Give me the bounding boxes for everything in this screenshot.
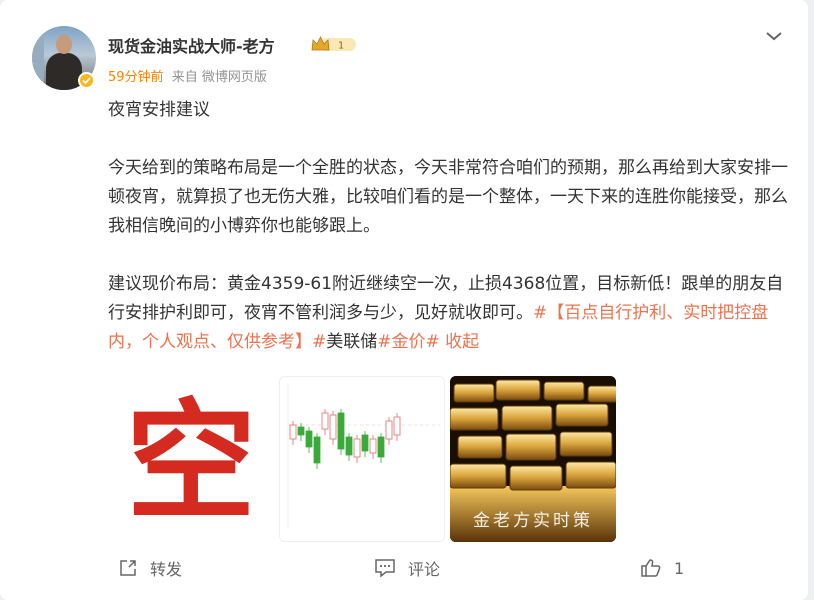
- post-paragraph-1: 今天给到的策略布局是一个全胜的状态，今天非常符合咱们的预期，那么再给到大家安排一…: [108, 158, 788, 236]
- candle-body: [361, 434, 369, 452]
- candle-body: [337, 412, 345, 450]
- comment-button[interactable]: 评论: [374, 548, 440, 588]
- candle-body: [353, 438, 361, 458]
- gold-bar: [559, 431, 613, 457]
- gold-bar: [565, 461, 616, 489]
- gold-bar: [587, 385, 616, 403]
- image-3-caption: 金老方实时策: [473, 511, 593, 531]
- comment-icon: [375, 559, 395, 578]
- candle-body: [369, 438, 377, 454]
- gold-bar: [453, 383, 495, 403]
- topic-tag-2[interactable]: 美联储: [326, 332, 377, 352]
- candle-body: [305, 430, 313, 448]
- comment-label: 评论: [408, 560, 441, 579]
- gold-bar: [495, 379, 541, 401]
- chevron-down-icon[interactable]: [764, 26, 784, 46]
- gold-bar: [450, 407, 499, 431]
- post-source: 来自 微博网页版: [171, 70, 267, 85]
- gold-bar: [457, 435, 503, 459]
- image-grid: 空 金老方实时策: [108, 376, 628, 542]
- topic-tag-3[interactable]: #金价#: [377, 332, 440, 352]
- avatar-figure-body: [46, 53, 82, 90]
- image-thumb-2[interactable]: [279, 376, 445, 542]
- candle-body: [377, 436, 385, 458]
- thumbs-up-icon: [641, 559, 661, 577]
- gold-bar: [509, 465, 563, 491]
- candle-body: [297, 426, 305, 436]
- repost-label: 转发: [150, 560, 183, 579]
- gold-bar: [505, 433, 557, 461]
- candle-body: [329, 414, 337, 440]
- post-text: 夜宵安排建议 今天给到的策略布局是一个全胜的状态，今天非常符合咱们的预期，那么再…: [108, 96, 788, 357]
- weibo-post-card: 现货金油实战大师-老方 1 59分钟前 来自 微博网页版 夜宵安排建议 今天给到…: [0, 0, 808, 600]
- verified-badge-icon: [78, 72, 95, 89]
- vip-crown-icon[interactable]: 1: [310, 35, 358, 53]
- post-time[interactable]: 59分钟前: [108, 70, 164, 85]
- gold-bar: [450, 463, 507, 489]
- image-1-character: 空: [125, 385, 256, 538]
- image-thumb-3[interactable]: 金老方实时策: [450, 376, 616, 542]
- gold-bars-image: 金老方实时策: [450, 376, 616, 542]
- gold-bar: [555, 403, 609, 427]
- candle-body: [345, 436, 353, 456]
- candle-body: [289, 424, 297, 440]
- gold-bar: [501, 405, 553, 431]
- post-paragraph-2: 建议现价布局：黄金4359-61附近继续空一次，止损4368位置，目标新低！跟单…: [108, 270, 788, 357]
- image-thumb-1[interactable]: 空: [108, 376, 274, 542]
- share-icon: [120, 560, 136, 576]
- gold-bar: [543, 381, 585, 401]
- action-bar: 转发 评论 1: [0, 548, 808, 588]
- candlestick-chart-image: [287, 385, 440, 527]
- repost-button[interactable]: 转发: [118, 548, 182, 588]
- author-name[interactable]: 现货金油实战大师-老方: [108, 33, 275, 57]
- collapse-link[interactable]: 收起: [445, 332, 479, 352]
- post-meta: 59分钟前 来自 微博网页版: [108, 66, 267, 85]
- avatar-background: [32, 26, 44, 90]
- candle-body: [313, 436, 321, 464]
- vip-level: 1: [338, 41, 344, 52]
- candles-group: [289, 409, 401, 469]
- candle-body: [321, 412, 329, 430]
- candle-body: [385, 420, 393, 440]
- candle-body: [393, 416, 401, 436]
- avatar-figure-head: [56, 35, 72, 54]
- like-button[interactable]: 1: [640, 548, 684, 588]
- post-title: 夜宵安排建议: [108, 100, 210, 120]
- like-count: 1: [674, 558, 685, 578]
